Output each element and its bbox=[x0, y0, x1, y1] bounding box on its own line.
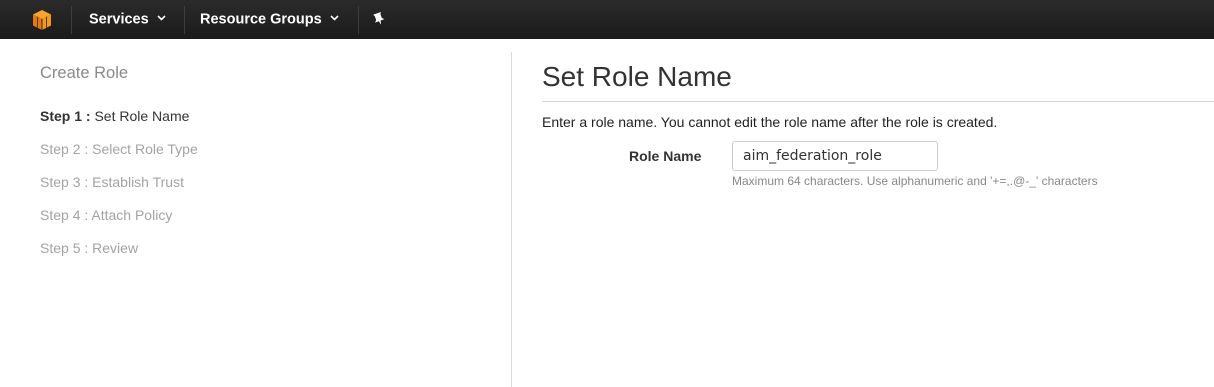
chevron-down-icon bbox=[330, 0, 339, 37]
intro-text: Enter a role name. You cannot edit the r… bbox=[542, 114, 998, 130]
aws-cube-icon bbox=[33, 10, 51, 30]
nav-divider bbox=[358, 6, 359, 34]
aws-home-logo[interactable] bbox=[21, 5, 61, 35]
heading-divider bbox=[542, 101, 1214, 102]
chevron-down-icon bbox=[157, 0, 166, 37]
step-label: Set Role Name bbox=[94, 108, 190, 124]
wizard-title: Create Role bbox=[40, 64, 129, 82]
services-menu[interactable]: Services bbox=[89, 0, 166, 39]
nav-divider bbox=[184, 6, 185, 34]
resource-groups-label: Resource Groups bbox=[200, 11, 322, 28]
step-label: Review bbox=[92, 240, 139, 256]
page-title: Set Role Name bbox=[542, 61, 732, 92]
step-label: Select Role Type bbox=[92, 141, 198, 157]
step-5-review[interactable]: Step 5 : Review bbox=[40, 240, 138, 256]
step-number: Step 2 : bbox=[40, 141, 89, 157]
step-3-establish-trust[interactable]: Step 3 : Establish Trust bbox=[40, 174, 184, 190]
step-label: Attach Policy bbox=[91, 207, 173, 223]
top-navigation-bar: Services Resource Groups bbox=[0, 0, 1214, 39]
step-number: Step 1 : bbox=[40, 108, 91, 124]
step-1-set-role-name[interactable]: Step 1 : Set Role Name bbox=[40, 108, 189, 124]
resource-groups-menu[interactable]: Resource Groups bbox=[200, 0, 339, 39]
pin-icon[interactable] bbox=[372, 11, 386, 31]
step-label: Establish Trust bbox=[92, 174, 184, 190]
role-name-label: Role Name bbox=[629, 148, 702, 164]
role-name-hint: Maximum 64 characters. Use alphanumeric … bbox=[732, 174, 1098, 188]
step-number: Step 3 : bbox=[40, 174, 89, 190]
nav-divider bbox=[71, 6, 72, 34]
step-number: Step 4 : bbox=[40, 207, 89, 223]
step-number: Step 5 : bbox=[40, 240, 89, 256]
step-2-select-role-type[interactable]: Step 2 : Select Role Type bbox=[40, 141, 198, 157]
role-name-input[interactable] bbox=[732, 141, 938, 171]
sidebar-divider bbox=[511, 52, 512, 387]
step-4-attach-policy[interactable]: Step 4 : Attach Policy bbox=[40, 207, 172, 223]
services-label: Services bbox=[89, 11, 149, 28]
